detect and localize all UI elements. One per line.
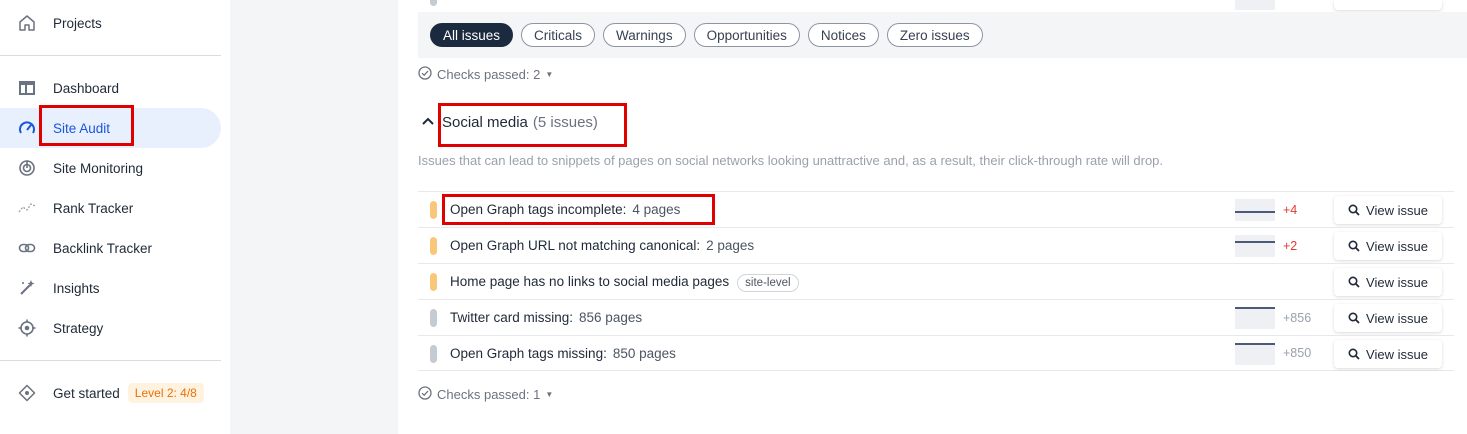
severity-indicator-notice	[430, 345, 437, 363]
check-circle-icon	[418, 386, 432, 403]
sidebar-divider	[0, 360, 221, 361]
issue-name[interactable]: Open Graph URL not matching canonical: 2 …	[450, 238, 754, 253]
section-description: Issues that can lead to snippets of page…	[418, 153, 1164, 168]
issue-name[interactable]: Twitter card missing: 856 pages	[450, 310, 642, 325]
content-gutter	[230, 0, 398, 434]
sidebar-item-strategy[interactable]: Strategy	[0, 308, 221, 348]
trend-sparkline	[1235, 307, 1275, 329]
issue-delta: +4	[1283, 202, 1298, 217]
sidebar-item-projects[interactable]: Projects	[0, 3, 221, 43]
sidebar-item-get-started[interactable]: Get started Level 2: 4/8	[0, 373, 221, 413]
dashboard-icon	[16, 77, 38, 99]
view-issue-button[interactable]: View issue	[1334, 196, 1442, 224]
magic-wand-icon	[16, 277, 38, 299]
filter-chip-criticals[interactable]: Criticals	[521, 23, 596, 47]
search-icon	[1348, 276, 1360, 288]
sidebar-item-site-monitoring[interactable]: Site Monitoring	[0, 148, 221, 188]
screen: Projects Dashboard Site Audit Site Monit…	[0, 0, 1467, 434]
search-icon	[1348, 240, 1360, 252]
trend-sparkline	[1235, 199, 1275, 221]
view-issue-button[interactable]: View issue	[1334, 304, 1442, 332]
trend-sparkline	[1235, 343, 1275, 365]
chevron-up-icon[interactable]	[422, 113, 434, 131]
issue-page-count: 4 pages	[632, 202, 681, 217]
severity-indicator-warning	[430, 273, 437, 291]
filter-chip-notices[interactable]: Notices	[807, 23, 879, 47]
trend-sparkline	[1235, 235, 1275, 257]
search-icon	[1348, 204, 1360, 216]
severity-indicator-warning	[430, 237, 437, 255]
filter-chip-opportunities[interactable]: Opportunities	[693, 23, 800, 47]
severity-indicator-notice	[430, 309, 437, 327]
sidebar-item-label: Strategy	[53, 320, 104, 336]
issue-name[interactable]: Home page has no links to social media p…	[450, 274, 799, 292]
sidebar-item-label: Dashboard	[53, 80, 120, 96]
sidebar-item-label: Get started	[53, 385, 120, 401]
issue-delta: +850	[1283, 346, 1312, 360]
rank-tracker-icon	[16, 197, 38, 219]
sidebar-divider	[0, 55, 221, 56]
issue-name[interactable]: Open Graph tags incomplete: 4 pages	[450, 202, 680, 217]
link-icon	[16, 237, 38, 259]
issue-page-count: 856 pages	[579, 310, 643, 325]
sidebar-item-site-audit[interactable]: Site Audit	[0, 108, 221, 148]
section-title: Social media	[442, 113, 528, 131]
sidebar-item-rank-tracker[interactable]: Rank Tracker	[0, 188, 221, 228]
sidebar-item-backlink-tracker[interactable]: Backlink Tracker	[0, 228, 221, 268]
checks-passed-toggle[interactable]: Checks passed: 2 ▼	[418, 66, 553, 83]
issue-row[interactable]: Open Graph tags incomplete: 4 pages +4 Vi…	[418, 191, 1454, 227]
issue-row[interactable]: Home page has no links to social media p…	[418, 263, 1454, 299]
home-icon	[16, 12, 38, 34]
main-content: All issues Criticals Warnings Opportunit…	[398, 0, 1467, 434]
sidebar-item-label: Rank Tracker	[53, 200, 134, 216]
issue-page-count: 2 pages	[706, 238, 755, 253]
sidebar-item-label: Insights	[53, 280, 100, 296]
severity-indicator-warning	[430, 201, 437, 219]
filter-chip-zero-issues[interactable]: Zero issues	[886, 23, 983, 47]
filter-chip-warnings[interactable]: Warnings	[603, 23, 686, 47]
caret-down-icon: ▼	[545, 70, 554, 79]
sidebar-item-label: Backlink Tracker	[53, 240, 153, 256]
sidebar-item-dashboard[interactable]: Dashboard	[0, 68, 221, 108]
issue-row[interactable]: Open Graph tags missing: 850 pages +850 V…	[418, 335, 1454, 371]
level-badge: Level 2: 4/8	[127, 383, 204, 403]
checks-passed-toggle[interactable]: Checks passed: 1 ▼	[418, 386, 553, 403]
issue-name[interactable]: Open Graph tags missing: 850 pages	[450, 346, 676, 361]
view-issue-button[interactable]: View issue	[1334, 232, 1442, 260]
sidebar-item-label: Projects	[53, 15, 102, 31]
issue-delta: +2	[1283, 238, 1298, 253]
view-issue-button[interactable]: View issue	[1334, 340, 1442, 368]
issue-row[interactable]: Twitter card missing: 856 pages +856 View…	[418, 299, 1454, 335]
search-icon	[1348, 348, 1360, 360]
checks-passed-label: Checks passed: 1	[437, 387, 541, 402]
check-circle-icon	[418, 66, 432, 83]
issue-row[interactable]: Open Graph URL not matching canonical: 2 …	[418, 227, 1454, 263]
section-header-social-media[interactable]: Social media (5 issues)	[422, 113, 598, 131]
sidebar-item-label: Site Monitoring	[53, 160, 144, 176]
issue-list: Open Graph tags incomplete: 4 pages +4 Vi…	[418, 191, 1454, 371]
caret-down-icon: ▼	[545, 390, 554, 399]
search-icon	[1348, 312, 1360, 324]
site-audit-icon	[16, 117, 38, 139]
issue-filter-bar: All issues Criticals Warnings Opportunit…	[418, 12, 1467, 58]
compass-icon	[16, 382, 38, 404]
previous-row-fragment	[418, 0, 1467, 12]
sidebar-item-insights[interactable]: Insights	[0, 268, 221, 308]
target-icon	[16, 317, 38, 339]
sidebar: Projects Dashboard Site Audit Site Monit…	[0, 0, 230, 434]
sidebar-item-label: Site Audit	[53, 120, 111, 136]
issue-page-count: 850 pages	[612, 345, 676, 361]
view-issue-button[interactable]: View issue	[1334, 268, 1442, 296]
filter-chip-all-issues[interactable]: All issues	[430, 23, 514, 47]
site-monitoring-icon	[16, 157, 38, 179]
checks-passed-label: Checks passed: 2	[437, 67, 541, 82]
section-issue-count: (5 issues)	[532, 113, 598, 131]
issue-delta: +856	[1283, 310, 1312, 325]
site-level-tag: site-level	[737, 274, 799, 292]
